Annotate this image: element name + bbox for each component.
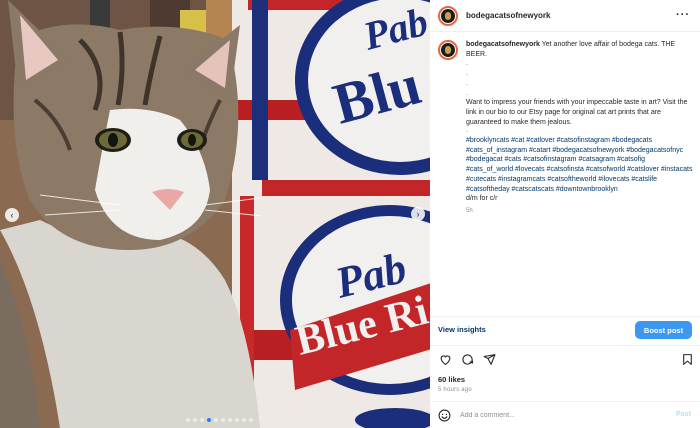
carousel-dot [235,418,239,422]
boost-post-button[interactable]: Boost post [635,321,692,339]
comment-icon[interactable] [460,352,474,366]
insights-row: View insights Boost post [430,320,700,340]
post-media[interactable]: Blu Pab Blue Ri Pab ‹ › [0,0,430,428]
caption-body: Want to impress your friends with your i… [466,99,688,126]
caption-hashtags[interactable]: #brooklyncats #cat #catlover #catsofinst… [466,136,694,194]
share-icon[interactable] [482,352,496,366]
caption-dot: . [466,60,468,68]
emoji-icon[interactable] [438,409,451,422]
caption-dot: . [466,70,468,78]
action-bar [430,350,700,368]
carousel-dot [228,418,232,422]
carousel-dot [200,418,204,422]
caption-username[interactable]: bodegacatsofnewyork [466,41,540,48]
avatar[interactable] [438,5,458,26]
post-photo: Blu Pab Blue Ri Pab [0,0,430,428]
view-insights-link[interactable]: View insights [438,325,486,334]
carousel-dot [249,418,253,422]
divider [430,316,700,317]
caption-dot: . [466,127,468,135]
divider [430,345,700,346]
carousel-prev-button[interactable]: ‹ [5,208,19,222]
caption-text: bodegacatsofnewyork Yet another love aff… [466,40,694,217]
heart-icon[interactable] [438,352,452,366]
post-username[interactable]: bodegacatsofnewyork [466,11,550,20]
carousel-dot [214,418,218,422]
caption-avatar[interactable] [438,40,458,60]
carousel-indicator [186,418,253,422]
carousel-dot [221,418,225,422]
comment-input[interactable] [460,409,660,422]
carousel-dot-active [207,418,211,422]
likes-count[interactable]: 60 likes [438,375,465,384]
bookmark-icon[interactable] [680,352,694,366]
post-sidebar: bodegacatsofnewyork ··· bodegacatsofnewy… [430,0,700,428]
caption-timestamp[interactable]: 5h [466,207,694,217]
divider [430,401,700,402]
caption-credit: d/m for c/r [466,195,498,203]
caption-dot: . [466,79,468,87]
carousel-dot [242,418,246,422]
caption-dot: . [466,89,468,97]
chevron-left-icon: ‹ [10,209,14,220]
comment-bar: Post [430,403,700,428]
carousel-next-button[interactable]: › [411,207,425,221]
caption: bodegacatsofnewyork Yet another love aff… [438,40,696,217]
post-header: bodegacatsofnewyork ··· [430,0,700,32]
carousel-dot [186,418,190,422]
chevron-right-icon: › [416,208,420,219]
carousel-dot [193,418,197,422]
more-horizontal-icon[interactable]: ··· [676,9,690,21]
post-comment-button[interactable]: Post [676,411,691,418]
post-timestamp[interactable]: 5 hours ago [438,387,472,393]
